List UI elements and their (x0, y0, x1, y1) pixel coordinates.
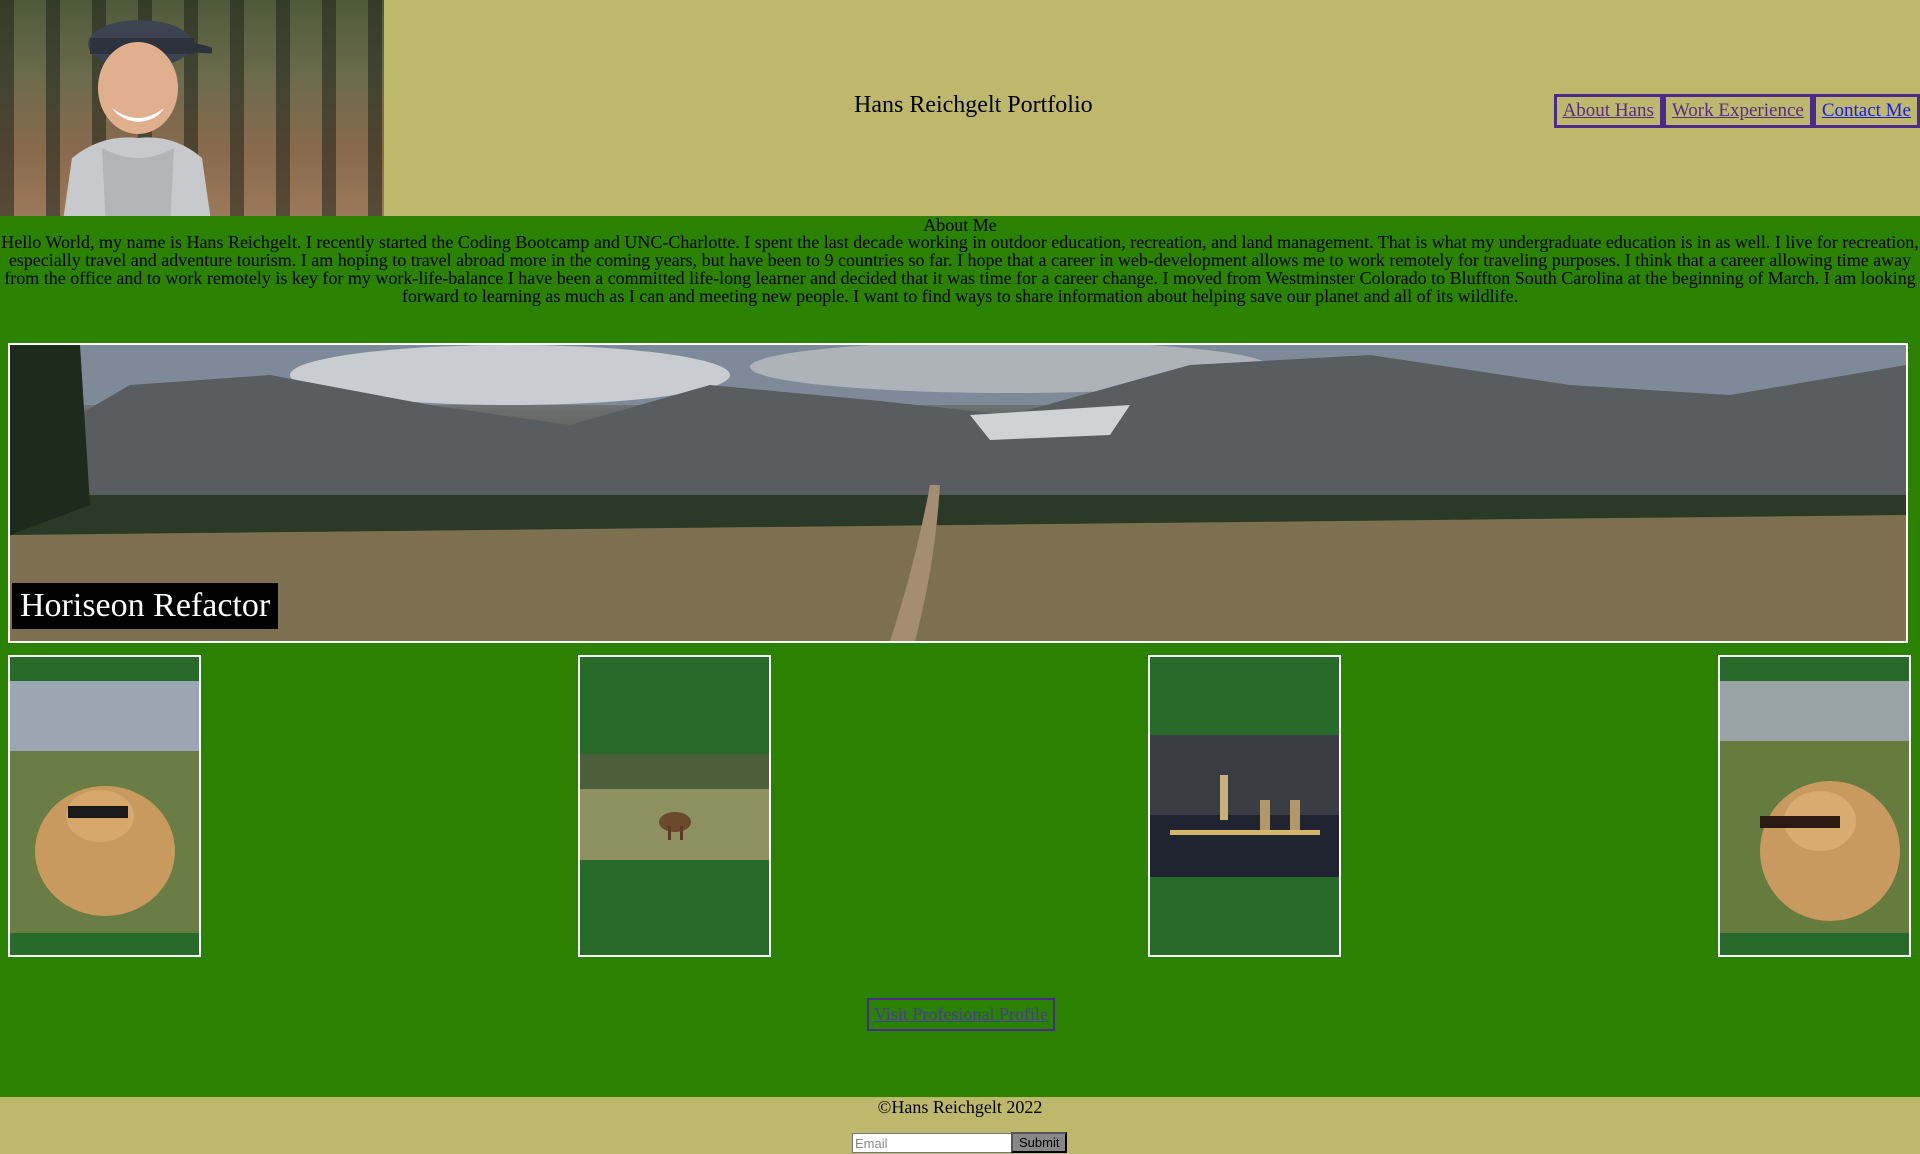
nav-work-experience[interactable]: Work Experience (1662, 94, 1813, 128)
person-illustration (63, 20, 212, 216)
nav-contact-me[interactable]: Contact Me (1812, 94, 1920, 128)
submit-button[interactable]: Submit (1011, 1132, 1068, 1153)
city-night-photo (1150, 735, 1339, 877)
site-header: Hans Reichgelt Portfolio About Hans Work… (0, 0, 1920, 216)
nav-about-hans[interactable]: About Hans (1553, 94, 1663, 128)
email-input[interactable] (852, 1133, 1012, 1153)
profile-photo (0, 0, 384, 216)
mountain-landscape (10, 345, 1906, 641)
gallery-item-dog-1 (8, 655, 201, 957)
gallery-item-elk (578, 655, 771, 957)
dog-photo-1 (10, 681, 199, 933)
gallery-item-dog-2 (1718, 655, 1911, 957)
hero-caption: Horiseon Refactor (12, 583, 279, 629)
about-text: Hello World, my name is Hans Reichgelt. … (1, 232, 1919, 306)
main-nav: About Hans Work Experience Contact Me (1553, 94, 1920, 128)
dog-photo-2 (1720, 681, 1909, 933)
gallery-item-city (1148, 655, 1341, 957)
visit-profile-button[interactable]: Visit Profesional Profile (867, 998, 1055, 1031)
site-footer: ©Hans Reichgelt 2022 Submit (0, 1097, 1920, 1154)
copyright: ©Hans Reichgelt 2022 (877, 1097, 1043, 1117)
hero-banner: Horiseon Refactor (8, 343, 1908, 643)
page-title: Hans Reichgelt Portfolio (854, 92, 1093, 118)
elk-photo (580, 754, 769, 860)
